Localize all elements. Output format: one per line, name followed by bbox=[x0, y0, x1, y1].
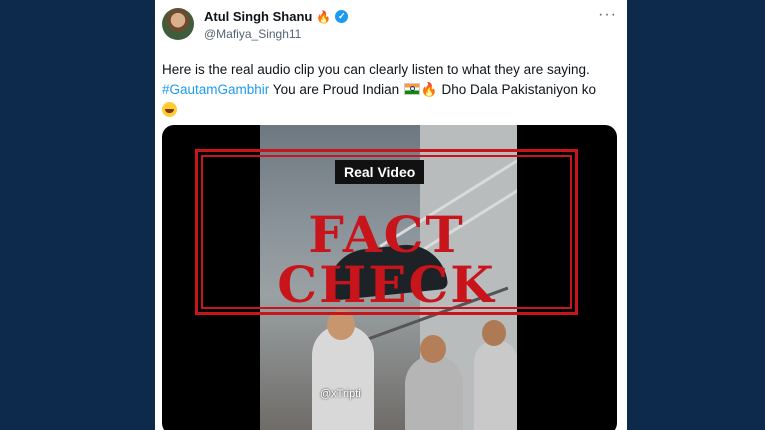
tweet-text-line1: Here is the real audio clip you can clea… bbox=[162, 62, 590, 77]
author-display-name[interactable]: Atul Singh Shanu bbox=[204, 9, 312, 24]
fact-check-text: FACT CHECK bbox=[277, 205, 496, 314]
person-head bbox=[482, 320, 506, 346]
tweet-text-rest: You are Proud Indian bbox=[269, 82, 403, 97]
author-handle[interactable]: @Mafiya_Singh11 bbox=[204, 27, 301, 41]
verified-badge-icon: ✓ bbox=[335, 10, 349, 23]
tweet-text: Here is the real audio clip you can clea… bbox=[162, 60, 622, 120]
person-figure bbox=[474, 340, 517, 430]
tweet-text-tail: Dho Dala Pakistaniyon ko bbox=[437, 82, 597, 97]
fire-emoji-inline: 🔥 bbox=[420, 82, 438, 97]
india-flag-icon bbox=[403, 83, 420, 95]
laughing-emoji-icon bbox=[162, 102, 177, 117]
person-head bbox=[420, 335, 446, 363]
video-watermark: @xTripti bbox=[320, 388, 361, 400]
person-figure bbox=[405, 355, 463, 430]
more-options-icon[interactable]: ··· bbox=[598, 6, 617, 24]
fire-emoji: 🔥 bbox=[316, 9, 332, 24]
person-figure bbox=[312, 325, 374, 430]
video-media[interactable]: Real Video FACT CHECK @xTripti bbox=[162, 125, 617, 430]
hashtag-link[interactable]: #GautamGambhir bbox=[162, 82, 269, 97]
author-avatar[interactable] bbox=[162, 8, 194, 40]
fact-check-stamp: FACT CHECK bbox=[195, 149, 578, 315]
author-name-row: Atul Singh Shanu 🔥 ✓ bbox=[204, 9, 349, 24]
tweet-card: Atul Singh Shanu 🔥 ✓ @Mafiya_Singh11 ···… bbox=[155, 0, 627, 430]
